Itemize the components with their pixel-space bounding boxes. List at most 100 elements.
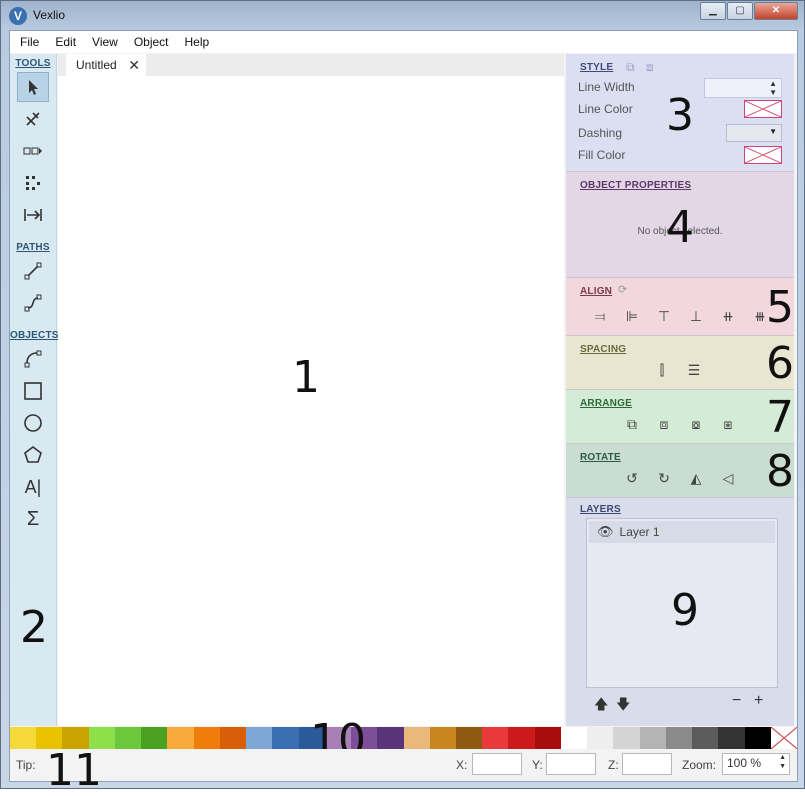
- ellipse-tool-button[interactable]: [17, 408, 49, 438]
- rotate-left-icon[interactable]: ↺: [622, 468, 642, 488]
- tools-heading: TOOLS: [15, 58, 51, 69]
- menu-edit[interactable]: Edit: [47, 31, 84, 53]
- select-tool-button[interactable]: [17, 72, 49, 102]
- rotate-right-icon[interactable]: ↻: [654, 468, 674, 488]
- line-path-tool-button[interactable]: [17, 256, 49, 286]
- align-center-horizontal-icon[interactable]: ⧺: [718, 306, 738, 326]
- palette-swatch[interactable]: [377, 727, 404, 749]
- menu-help[interactable]: Help: [177, 31, 218, 53]
- annotation-4: 4: [666, 202, 694, 253]
- paste-style-icon[interactable]: ⧈: [646, 60, 654, 75]
- menu-file[interactable]: File: [12, 31, 47, 53]
- drawing-canvas[interactable]: 1: [58, 76, 564, 726]
- send-to-back-icon[interactable]: ⧆: [718, 414, 738, 434]
- no-color-swatch[interactable]: [770, 727, 798, 749]
- layer-row[interactable]: 👁 Layer 1: [589, 521, 775, 543]
- menu-bar: File Edit View Object Help: [10, 31, 797, 53]
- palette-swatch[interactable]: [639, 727, 666, 749]
- add-layer-button[interactable]: +: [754, 692, 763, 710]
- palette-swatch[interactable]: [219, 727, 247, 749]
- dashing-dropdown[interactable]: ▼: [726, 124, 782, 142]
- distance-tool-button[interactable]: [17, 200, 49, 230]
- z-coordinate-field[interactable]: [622, 753, 672, 775]
- minimize-button[interactable]: ▁: [700, 2, 726, 20]
- x-coordinate-field[interactable]: [472, 753, 522, 775]
- bring-to-front-icon[interactable]: ⧉: [622, 414, 642, 434]
- annotation-9: 9: [671, 585, 699, 636]
- flip-vertical-icon[interactable]: ◁: [718, 468, 738, 488]
- menu-view[interactable]: View: [84, 31, 126, 53]
- rectangle-tool-button[interactable]: [17, 376, 49, 406]
- align-right-icon[interactable]: ⫤: [590, 306, 610, 326]
- y-label: Y:: [532, 758, 543, 772]
- align-left-icon[interactable]: ⊫: [622, 306, 642, 326]
- spin-down-icon[interactable]: ▼: [779, 763, 786, 770]
- node-edit-tool-button[interactable]: [17, 104, 49, 134]
- close-window-button[interactable]: ✕: [754, 2, 798, 20]
- palette-swatch[interactable]: [403, 727, 430, 749]
- palette-swatch[interactable]: [482, 727, 509, 749]
- grid-points-tool-button[interactable]: [17, 168, 49, 198]
- palette-swatch[interactable]: [718, 727, 745, 749]
- palette-swatch[interactable]: [744, 727, 771, 749]
- palette-swatch[interactable]: [246, 727, 273, 749]
- y-coordinate-field[interactable]: [546, 753, 596, 775]
- close-tab-icon[interactable]: ✕: [128, 57, 140, 74]
- palette-swatch[interactable]: [665, 727, 693, 749]
- send-backward-icon[interactable]: ⧇: [686, 414, 706, 434]
- spacing-heading: SPACING: [580, 344, 627, 355]
- z-label: Z:: [608, 758, 619, 772]
- node-edit-icon: [26, 112, 40, 126]
- curve-path-tool-button[interactable]: [17, 288, 49, 318]
- equation-icon: Σ: [26, 507, 40, 530]
- palette-swatch[interactable]: [272, 727, 299, 749]
- spin-up-icon[interactable]: ▲: [779, 754, 786, 761]
- palette-swatch[interactable]: [10, 727, 37, 749]
- palette-swatch[interactable]: [508, 727, 535, 749]
- copy-style-icon[interactable]: ⧉: [626, 60, 635, 75]
- document-tab[interactable]: Untitled ✕: [66, 54, 146, 76]
- remove-layer-button[interactable]: −: [732, 692, 741, 710]
- palette-swatch[interactable]: [455, 727, 483, 749]
- move-layer-down-icon[interactable]: 🡇: [616, 694, 630, 718]
- text-tool-button[interactable]: A|: [17, 472, 49, 502]
- annotation-5: 5: [766, 282, 794, 333]
- palette-swatch[interactable]: [193, 727, 220, 749]
- spin-down-icon[interactable]: ▼: [769, 88, 777, 97]
- palette-swatch[interactable]: [534, 727, 561, 749]
- zoom-input[interactable]: 100 % ▲ ▼: [722, 753, 790, 775]
- palette-swatch[interactable]: [141, 727, 168, 749]
- align-reference-icon[interactable]: ⟳: [618, 283, 627, 296]
- palette-swatch[interactable]: [167, 727, 194, 749]
- align-top-icon[interactable]: ⊤: [654, 306, 674, 326]
- palette-swatch[interactable]: [587, 727, 614, 749]
- tool-sidebar: TOOLS PATHS OBJECTS A| Σ 2: [10, 54, 58, 726]
- palette-swatch[interactable]: [560, 727, 588, 749]
- polygon-tool-button[interactable]: [17, 440, 49, 470]
- align-bottom-icon[interactable]: ⊥: [686, 306, 706, 326]
- eye-icon[interactable]: 👁: [597, 524, 614, 540]
- palette-swatch[interactable]: [114, 727, 142, 749]
- annotation-3: 3: [666, 90, 694, 141]
- space-vertical-icon[interactable]: ☰: [684, 360, 704, 380]
- space-horizontal-icon[interactable]: ⫿: [652, 360, 672, 380]
- line-width-input[interactable]: ▲ ▼: [704, 78, 782, 98]
- palette-swatch[interactable]: [429, 727, 456, 749]
- palette-swatch[interactable]: [613, 727, 640, 749]
- maximize-button[interactable]: ▢: [727, 2, 753, 20]
- equation-tool-button[interactable]: Σ: [17, 504, 49, 534]
- flip-horizontal-icon[interactable]: ◭: [686, 468, 706, 488]
- app-window: V Vexlio ▁ ▢ ✕ File Edit View Object Hel…: [0, 0, 805, 793]
- line-color-swatch[interactable]: [744, 100, 782, 118]
- move-layer-up-icon[interactable]: 🡅: [594, 694, 608, 718]
- connector-curve-tool-button[interactable]: [17, 344, 49, 374]
- palette-swatch[interactable]: [692, 727, 719, 749]
- no-color-icon: [744, 146, 782, 164]
- properties-panel: STYLE ⧉ ⧈ Line Width ▲ ▼ Line Color Dash…: [566, 54, 794, 726]
- spin-up-icon[interactable]: ▲: [769, 79, 777, 88]
- line-width-label: Line Width: [578, 80, 635, 94]
- bring-forward-icon[interactable]: ⧈: [654, 414, 674, 434]
- connector-tool-button[interactable]: [17, 136, 49, 166]
- menu-object[interactable]: Object: [126, 31, 177, 53]
- fill-color-swatch[interactable]: [744, 146, 782, 164]
